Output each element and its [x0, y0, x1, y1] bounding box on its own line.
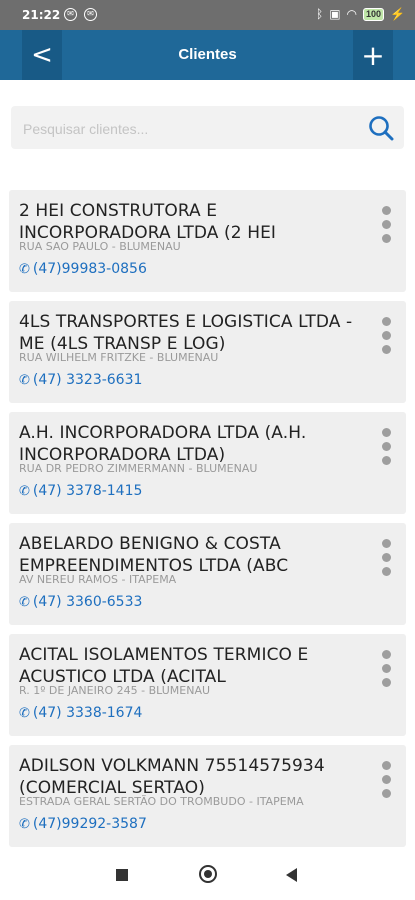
client-phone: (47) 3338-1674: [32, 705, 143, 721]
status-time: 21:22: [22, 8, 61, 22]
search-bar: [11, 106, 404, 151]
system-back-icon[interactable]: [286, 868, 297, 882]
client-list: 2 HEI CONSTRUTORA E INCORPORADORA LTDA (…: [9, 190, 406, 856]
client-address: RUA WILHELM FRITZKE - BLUMENAU: [19, 351, 219, 364]
status-bar: 21:22 ✉ ✉ ᛒ ▣ ◠ 100 ⚡: [0, 0, 415, 30]
charging-icon: ⚡: [390, 7, 405, 21]
sim-icon: ▣: [329, 7, 341, 21]
wifi-icon: ◠: [346, 7, 358, 21]
client-phone: (47)99983-0856: [32, 261, 147, 277]
notification-icon: ✉: [84, 8, 97, 21]
notification-icon: ✉: [64, 8, 77, 21]
client-phone-link[interactable]: ✆ (47) 3338-1674: [19, 705, 366, 721]
plus-icon: +: [361, 38, 385, 72]
client-address: ESTRADA GERAL SERTÃO DO TROMBUDO - ITAPE…: [19, 795, 304, 808]
phone-icon: ✆: [19, 705, 30, 721]
app-bar: < Clientes +: [0, 30, 415, 80]
client-phone: (47) 3323-6631: [32, 372, 143, 388]
client-address: R. 1º DE JANEIRO 245 - BLUMENAU: [19, 684, 211, 697]
more-options-icon[interactable]: [380, 206, 392, 243]
client-phone-link[interactable]: ✆ (47) 3360-6533: [19, 594, 366, 610]
client-card[interactable]: A.H. INCORPORADORA LTDA (A.H. INCORPORAD…: [9, 412, 406, 514]
add-client-button[interactable]: +: [353, 30, 393, 80]
search-input[interactable]: [21, 106, 355, 151]
client-card[interactable]: 2 HEI CONSTRUTORA E INCORPORADORA LTDA (…: [9, 190, 406, 292]
client-name: ABELARDO BENIGNO & COSTA EMPREENDIMENTOS…: [19, 534, 289, 576]
client-phone-link[interactable]: ✆ (47)99983-0856: [19, 261, 366, 277]
client-address: RUA DR PEDRO ZIMMERMANN - BLUMENAU: [19, 462, 258, 475]
client-phone-link[interactable]: ✆ (47) 3323-6631: [19, 372, 366, 388]
phone-icon: ✆: [19, 261, 30, 277]
client-name: A.H. INCORPORADORA LTDA (A.H. INCORPORAD…: [19, 423, 307, 465]
client-card[interactable]: ADILSON VOLKMANN 75514575934 (COMERCIAL …: [9, 745, 406, 847]
bluetooth-icon: ᛒ: [315, 7, 324, 21]
client-name: 4LS TRANSPORTES E LOGISTICA LTDA - ME (4…: [19, 312, 353, 354]
recent-apps-icon[interactable]: [116, 869, 128, 881]
client-phone: (47) 3378-1415: [32, 483, 143, 499]
client-phone-link[interactable]: ✆ (47) 3378-1415: [19, 483, 366, 499]
client-phone: (47)99292-3587: [32, 816, 147, 832]
client-name: 2 HEI CONSTRUTORA E INCORPORADORA LTDA (…: [19, 201, 277, 243]
system-nav-bar: [0, 848, 415, 900]
battery-icon: 100: [363, 7, 385, 21]
more-options-icon[interactable]: [380, 650, 392, 687]
client-phone-link[interactable]: ✆ (47)99292-3587: [19, 816, 366, 832]
phone-icon: ✆: [19, 816, 30, 832]
more-options-icon[interactable]: [380, 428, 392, 465]
home-icon[interactable]: [199, 865, 217, 883]
client-card[interactable]: ACITAL ISOLAMENTOS TERMICO E ACUSTICO LT…: [9, 634, 406, 736]
phone-icon: ✆: [19, 372, 30, 388]
more-options-icon[interactable]: [380, 539, 392, 576]
client-phone: (47) 3360-6533: [32, 594, 143, 610]
client-name: ADILSON VOLKMANN 75514575934 (COMERCIAL …: [19, 756, 325, 798]
more-options-icon[interactable]: [380, 761, 392, 798]
phone-icon: ✆: [19, 483, 30, 499]
client-card[interactable]: ABELARDO BENIGNO & COSTA EMPREENDIMENTOS…: [9, 523, 406, 625]
phone-icon: ✆: [19, 594, 30, 610]
status-icons: ᛒ ▣ ◠ 100 ⚡: [316, 7, 405, 21]
more-options-icon[interactable]: [380, 317, 392, 354]
client-card[interactable]: 4LS TRANSPORTES E LOGISTICA LTDA - ME (4…: [9, 301, 406, 403]
search-icon[interactable]: [368, 115, 394, 141]
client-name: ACITAL ISOLAMENTOS TERMICO E ACUSTICO LT…: [19, 645, 309, 687]
